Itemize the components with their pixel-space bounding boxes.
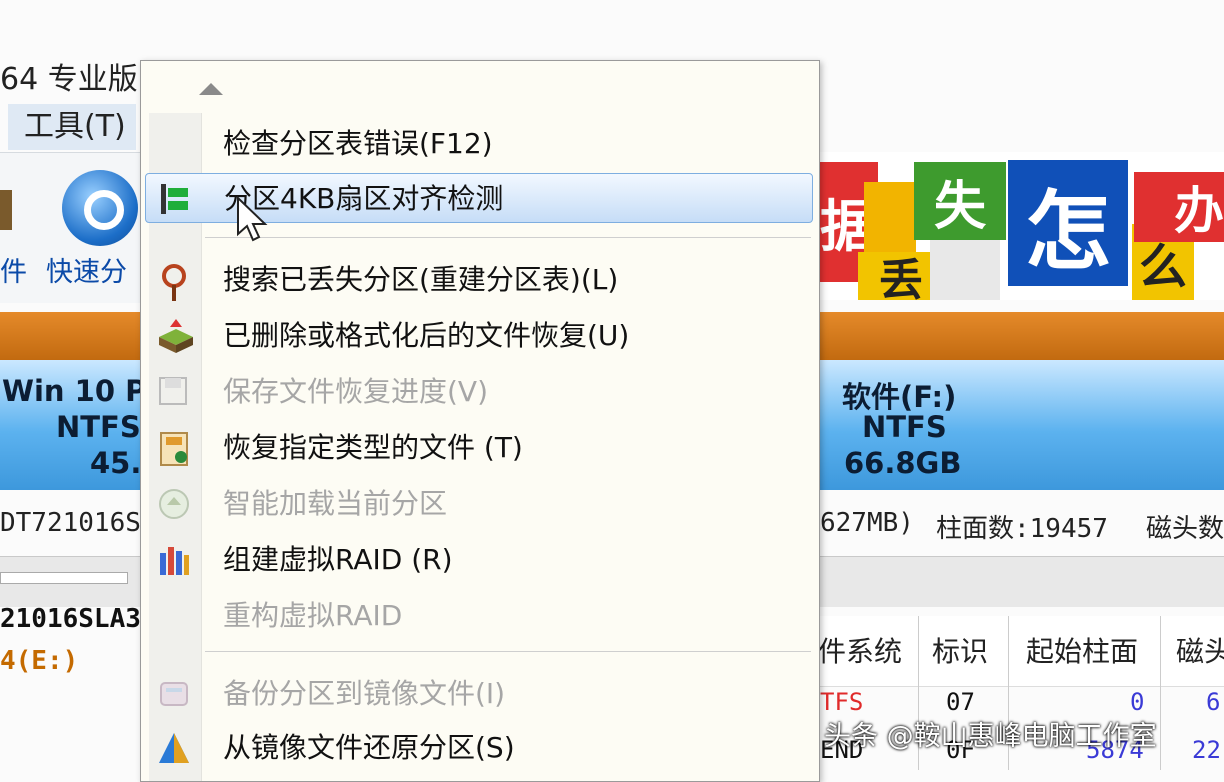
smart-load-icon [157, 487, 191, 521]
ad-banner[interactable]: 据 丢 失 怎 么 办 [818, 152, 1224, 300]
menu-scroll-up-icon[interactable] [199, 83, 223, 95]
menu-item-smart-load[interactable]: 智能加载当前分区 [145, 479, 813, 529]
banner-tag [930, 240, 1000, 300]
partition-fs: NTFS [862, 410, 947, 444]
menu-item-label: 检查分区表错误(F12) [223, 127, 493, 160]
row-filesystem[interactable]: TFS [820, 688, 863, 716]
tools-dropdown-menu: 检查分区表错误(F12) 分区4KB扇区对齐检测 搜索已丢失分区(重建分区表)(… [140, 60, 820, 782]
menu-item-file-recovery[interactable]: 已删除或格式化后的文件恢复(U) [145, 311, 813, 361]
menu-separator [205, 237, 811, 238]
menu-item-rebuild-raid[interactable]: 重构虚拟RAID [145, 591, 813, 641]
menu-item-label: 已删除或格式化后的文件恢复(U) [223, 319, 630, 352]
raid-icon [157, 543, 191, 577]
file-type-icon [157, 431, 191, 466]
row-head[interactable]: 6 [1206, 688, 1220, 716]
horizontal-scrollbar[interactable] [0, 572, 128, 584]
menu-separator [205, 651, 811, 652]
watermark: 头条 @鞍山惠峰电脑工作室 [824, 721, 1157, 752]
col-filesystem[interactable]: 件系统 [818, 630, 902, 670]
tree-partition-item[interactable]: 4(E:) [0, 646, 78, 676]
menu-item-build-raid[interactable]: 组建虚拟RAID (R) [145, 535, 813, 585]
col-id[interactable]: 标识 [932, 630, 988, 670]
menu-item-label: 恢复指定类型的文件 (T) [223, 431, 523, 464]
menu-item-restore-image[interactable]: 从镜像文件还原分区(S) [145, 723, 813, 773]
menu-item-check-partition-table[interactable]: 检查分区表错误(F12) [145, 119, 813, 169]
tree-disk-item[interactable]: 21016SLA3 [0, 604, 141, 634]
toolbar-file-label[interactable]: 件 [0, 250, 27, 289]
menu-tools[interactable]: 工具(T) [8, 104, 136, 150]
menu-item-save-progress[interactable]: 保存文件恢复进度(V) [145, 367, 813, 417]
partition-fs: NTFS [56, 410, 141, 444]
disk-model: DT721016SL [0, 508, 157, 538]
partition-size: 45. [90, 446, 142, 480]
restore-image-icon [157, 731, 191, 765]
app-title: 64 专业版 [0, 62, 138, 97]
save-progress-icon [157, 375, 191, 409]
file-recovery-icon[interactable] [0, 190, 12, 230]
backup-image-icon [157, 677, 191, 711]
banner-tile: 怎 [1008, 160, 1128, 286]
row-head[interactable]: 22 [1192, 736, 1221, 764]
menu-item-label: 组建虚拟RAID (R) [223, 543, 453, 576]
col-start-cylinder[interactable]: 起始柱面 [1026, 630, 1138, 670]
toolbar-quick-label[interactable]: 快速分 [46, 250, 127, 289]
menu-item-backup-image[interactable]: 备份分区到镜像文件(I) [145, 669, 813, 719]
quick-partition-icon[interactable] [62, 170, 138, 246]
menu-item-label: 重构虚拟RAID [223, 599, 403, 632]
menu-item-label: 备份分区到镜像文件(I) [223, 677, 506, 710]
menu-item-label: 保存文件恢复进度(V) [223, 375, 489, 408]
disk-heads: 磁头数 [1146, 514, 1224, 544]
menu-item-search-lost-partition[interactable]: 搜索已丢失分区(重建分区表)(L) [145, 255, 813, 305]
menu-item-label: 智能加载当前分区 [223, 487, 448, 520]
row-start-cylinder[interactable]: 0 [1130, 688, 1144, 716]
disk-cylinders: 柱面数:19457 [936, 514, 1108, 544]
menu-item-label: 从镜像文件还原分区(S) [223, 731, 515, 764]
partition-size: 66.8GB [844, 446, 962, 480]
recover-box-icon [157, 319, 193, 353]
col-head[interactable]: 磁头 [1176, 630, 1224, 670]
mouse-cursor-icon [237, 196, 268, 242]
disk-capacity: 627MB) [820, 508, 914, 538]
row-id[interactable]: 07 [946, 688, 975, 716]
align-bars-icon [158, 182, 192, 216]
banner-tile: 办 [1134, 172, 1224, 242]
menu-item-recover-file-type[interactable]: 恢复指定类型的文件 (T) [145, 423, 813, 473]
menu-item-label: 搜索已丢失分区(重建分区表)(L) [223, 263, 619, 296]
banner-tag [864, 182, 916, 252]
banner-tile: 失 [914, 162, 1006, 240]
magnifier-icon [157, 263, 191, 301]
